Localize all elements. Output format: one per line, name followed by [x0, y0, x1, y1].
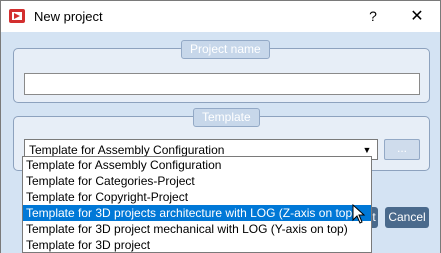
dropdown-option-highlighted[interactable]: Template for 3D projects architecture wi…	[23, 205, 371, 221]
app-logo-icon	[9, 9, 25, 23]
project-name-group: Project name	[13, 40, 430, 103]
template-dropdown-list: Template for Assembly Configuration Temp…	[22, 156, 372, 253]
template-legend: Template	[193, 108, 260, 127]
project-name-input[interactable]	[24, 73, 420, 95]
dropdown-option[interactable]: Template for Copyright-Project	[23, 189, 371, 205]
template-selected-value: Template for Assembly Configuration	[29, 143, 225, 157]
close-button[interactable]: ✕	[399, 1, 435, 32]
project-name-legend: Project name	[181, 40, 270, 59]
dropdown-option[interactable]: Template for Assembly Configuration	[23, 157, 371, 173]
help-button[interactable]: ?	[361, 1, 385, 32]
window-title: New project	[34, 9, 103, 24]
dropdown-option[interactable]: Template for 3D project	[23, 237, 371, 253]
cancel-button[interactable]: Cancel	[385, 207, 429, 228]
dropdown-option[interactable]: Template for 3D project mechanical with …	[23, 221, 371, 237]
chevron-down-icon[interactable]: ▼	[360, 143, 374, 157]
browse-template-button[interactable]: ...	[384, 139, 420, 160]
dropdown-option[interactable]: Template for Categories-Project	[23, 173, 371, 189]
title-bar[interactable]: New project ? ✕	[1, 1, 440, 32]
mouse-pointer-icon	[352, 204, 366, 224]
